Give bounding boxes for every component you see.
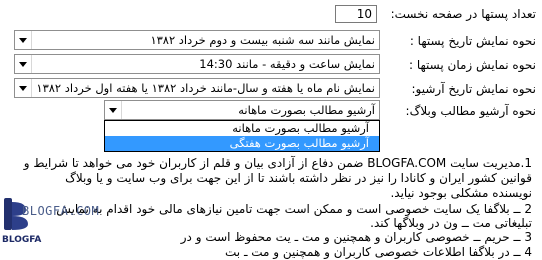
terms-line-7: 4 ــ در بلاگفا اطلاعات خصوصی کاربران و ه… [225,245,532,259]
archive-mode-label: نحوه آرشیو مطالب وبلاگ: [405,104,536,118]
post-date-display-select[interactable]: نمایش مانند سه شنبه بیست و دوم خرداد ۱۳۸… [14,30,380,50]
terms-line-2: قوانین کشور ایران و کانادا را نیز در نظر… [65,171,532,185]
blogfa-watermark-small: BLOGFA [2,235,42,245]
blogfa-watermark-logo: BLOGFA.COM BLOGFA [0,188,110,254]
chevron-down-icon[interactable] [15,79,32,97]
terms-line-1: 1.مدیریت سایت BLOGFA.COM ضمن دفاع از آزا… [23,156,532,170]
post-time-display-value: نمایش ساعت و دقیقه - مانند 14:30 [199,57,375,71]
post-time-display-select[interactable]: نمایش ساعت و دقیقه - مانند 14:30 [14,54,380,74]
posts-first-page-input[interactable]: 10 [335,5,377,23]
archive-mode-select[interactable]: آرشیو مطالب بصورت ماهانه [104,100,380,120]
chevron-down-icon[interactable] [105,101,122,119]
archive-date-display-select[interactable]: نمایش نام ماه یا هفته و سال-مانند خرداد … [14,78,380,98]
posts-first-page-label: تعداد پستها در صفحه نخست: [390,7,536,21]
post-time-display-label: نحوه نمایش زمان پستها : [409,58,536,72]
archive-mode-option-monthly[interactable]: آرشیو مطالب بصورت ماهانه [105,121,379,136]
archive-mode-value: آرشیو مطالب بصورت ماهانه [238,103,375,117]
archive-date-display-label: نحوه نمایش تاریخ آرشیو: [411,82,536,96]
blogfa-watermark-text: BLOGFA.COM [22,204,100,218]
terms-line-4: 2 ــ بلاگفا یک سایت خصوصی است و ممکن است… [56,202,532,216]
chevron-down-icon[interactable] [15,31,32,49]
terms-line-5: تبلیغاتی مت ــ ون در وبلاگها کند. [370,216,532,230]
post-date-display-value: نمایش مانند سه شنبه بیست و دوم خرداد ۱۳۸… [150,33,375,47]
archive-mode-option-weekly[interactable]: آرشیو مطالب بصورت هفتگی [105,136,379,151]
terms-line-6: 3 ــ حریم ــ خصوصی کاربران و همچنین و مت… [180,230,532,244]
chevron-down-icon[interactable] [15,55,32,73]
archive-date-display-value: نمایش نام ماه یا هفته و سال-مانند خرداد … [36,81,375,95]
archive-mode-dropdown-list[interactable]: آرشیو مطالب بصورت ماهانه آرشیو مطالب بصو… [104,120,380,152]
terms-line-3: نویسنده مشکلی بوجود نیاید. [390,186,532,200]
post-date-display-label: نحوه نمایش تاریخ پستها : [409,34,536,48]
